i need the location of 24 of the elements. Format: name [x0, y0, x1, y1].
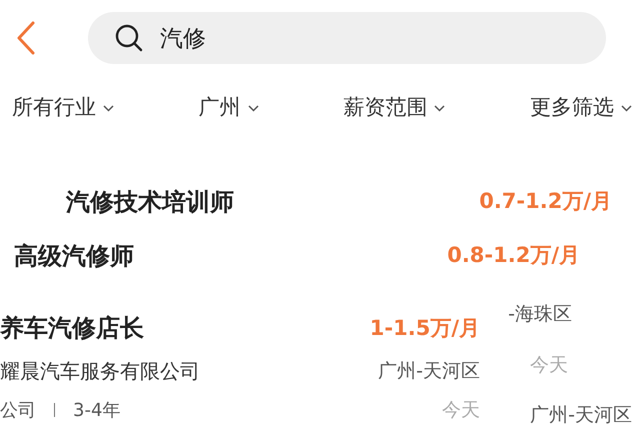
salary: 0.8-1.2万/月	[447, 242, 580, 270]
salary: 1-1.5万/月	[370, 314, 480, 342]
job-title: 高级汽修师	[14, 241, 134, 272]
post-date: 今天	[530, 352, 568, 378]
caret-icon	[248, 104, 259, 112]
filter-dropdown[interactable]: 所有行业	[12, 92, 114, 124]
caret-icon	[620, 104, 632, 112]
job-info: 公司	[0, 398, 36, 423]
company-name: 耀晨汽车服务有限公司	[0, 358, 200, 386]
back-icon[interactable]	[16, 21, 36, 55]
job-title: 汽修技术培训师	[66, 187, 234, 218]
search-field[interactable]: 汽修	[88, 12, 606, 64]
salary: 0.7-1.2万/月	[479, 188, 612, 216]
caret-icon	[103, 104, 114, 112]
filter-dropdown[interactable]: 更多筛选	[530, 92, 632, 124]
post-date: 今天	[442, 398, 480, 424]
filter-dropdown[interactable]: 薪资范围	[343, 92, 446, 124]
location: 广州-天河区	[530, 403, 632, 427]
job-info: 3-4年	[73, 398, 120, 423]
caret-icon	[434, 104, 446, 112]
filter-dropdown[interactable]: 广州	[198, 92, 259, 124]
search-icon	[114, 23, 144, 53]
location: 广州-天河区	[378, 358, 480, 384]
location: -海珠区	[508, 302, 572, 327]
